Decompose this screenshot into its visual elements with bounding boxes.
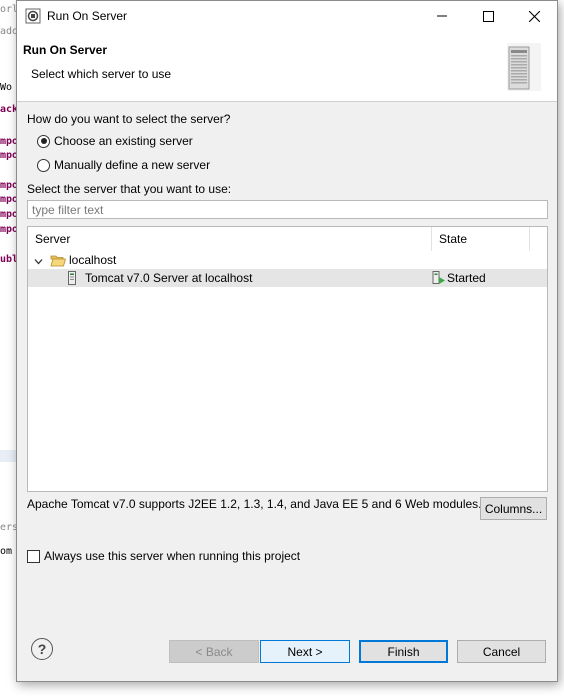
page-title: Run On Server (23, 43, 108, 57)
folder-open-icon (50, 254, 67, 270)
server-name: Tomcat v7.0 Server at localhost (85, 271, 253, 285)
close-button[interactable] (511, 1, 557, 31)
table-row[interactable]: Tomcat v7.0 Server at localhost Started (28, 269, 547, 287)
server-description: Apache Tomcat v7.0 supports J2EE 1.2, 1.… (27, 497, 482, 511)
next-button[interactable]: Next > (260, 640, 350, 663)
title-bar[interactable]: Run On Server (17, 1, 557, 31)
help-button[interactable]: ? (31, 638, 53, 660)
columns-button[interactable]: Columns... (480, 497, 547, 520)
tree-group-localhost[interactable]: localhost (28, 251, 547, 269)
column-header-state[interactable]: State (432, 227, 530, 251)
server-state: Started (447, 271, 486, 285)
run-on-server-dialog: Run On Server Run On Server Select which… (16, 0, 558, 682)
selection-question: How do you want to select the server? (27, 112, 231, 126)
select-server-label: Select the server that you want to use: (27, 182, 232, 196)
radio-label: Choose an existing server (54, 134, 193, 148)
chevron-down-icon[interactable] (34, 255, 43, 269)
always-use-option[interactable]: Always use this server when running this… (27, 549, 300, 563)
eclipse-icon (25, 8, 41, 24)
minimize-icon (437, 15, 447, 17)
radio-new-server[interactable]: Manually define a new server (37, 158, 210, 172)
maximize-icon (482, 10, 494, 22)
window-title: Run On Server (47, 9, 128, 23)
group-label: localhost (69, 253, 117, 267)
always-use-label: Always use this server when running this… (44, 549, 301, 563)
filter-input[interactable] (27, 200, 548, 219)
finish-button[interactable]: Finish (359, 640, 448, 663)
minimize-button[interactable] (419, 1, 465, 31)
radio-button[interactable] (37, 158, 50, 172)
bg-fragment: Wo (0, 82, 13, 93)
server-banner-icon (501, 41, 545, 96)
server-table[interactable]: Server State localhost Tomcat v7.0 Serve… (27, 226, 548, 492)
maximize-button[interactable] (465, 1, 511, 31)
radio-button[interactable] (37, 134, 50, 148)
always-use-checkbox[interactable] (27, 549, 40, 563)
help-icon: ? (37, 641, 47, 657)
column-header-server[interactable]: Server (28, 227, 432, 251)
page-subtitle: Select which server to use (31, 67, 172, 81)
started-icon (432, 271, 446, 288)
wizard-header: Run On Server Select which server to use (17, 31, 557, 102)
server-icon (67, 271, 77, 288)
bg-fragment: om (0, 546, 13, 557)
close-icon (528, 10, 540, 22)
cancel-button[interactable]: Cancel (457, 640, 546, 663)
radio-existing-server[interactable]: Choose an existing server (37, 134, 193, 148)
radio-label: Manually define a new server (54, 158, 211, 172)
back-button[interactable]: < Back (169, 640, 259, 663)
